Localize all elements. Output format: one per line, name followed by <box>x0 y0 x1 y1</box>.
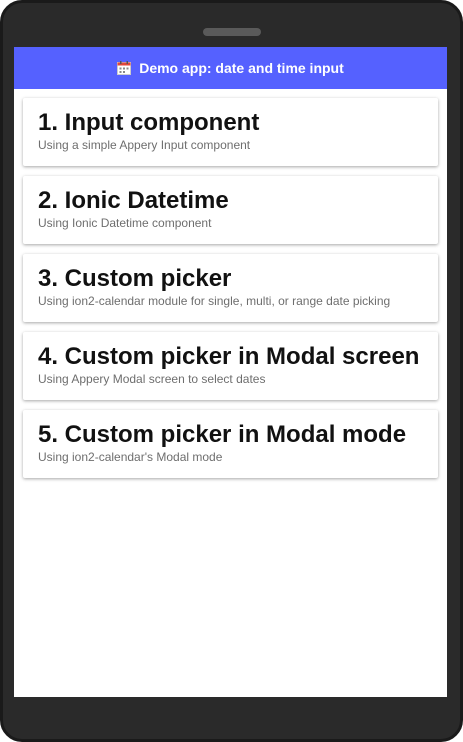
calendar-icon <box>117 61 132 75</box>
list-item-input-component[interactable]: 1. Input component Using a simple Appery… <box>23 98 438 166</box>
item-title: 5. Custom picker in Modal mode <box>38 421 407 448</box>
list-item-custom-picker-modal-mode[interactable]: 5. Custom picker in Modal mode Using ion… <box>23 410 438 478</box>
app-title: Demo app: date and time input <box>139 60 344 76</box>
item-subtitle: Using ion2-calendar's Modal mode <box>38 450 223 464</box>
list-item-ionic-datetime[interactable]: 2. Ionic Datetime Using Ionic Datetime c… <box>23 176 438 244</box>
list-item-custom-picker[interactable]: 3. Custom picker Using ion2-calendar mod… <box>23 254 438 322</box>
device-frame: Demo app: date and time input 1. Input c… <box>0 0 463 742</box>
item-title: 2. Ionic Datetime <box>38 187 229 214</box>
list-item-custom-picker-modal-screen[interactable]: 4. Custom picker in Modal screen Using A… <box>23 332 438 400</box>
app-header: Demo app: date and time input <box>14 47 447 89</box>
item-title: 1. Input component <box>38 109 260 136</box>
item-subtitle: Using a simple Appery Input component <box>38 138 251 152</box>
item-subtitle: Using Ionic Datetime component <box>38 216 212 230</box>
item-subtitle: Using ion2-calendar module for single, m… <box>38 294 391 308</box>
item-subtitle: Using Appery Modal screen to select date… <box>38 372 266 386</box>
item-title: 3. Custom picker <box>38 265 232 292</box>
demo-list: 1. Input component Using a simple Appery… <box>14 89 447 478</box>
item-title: 4. Custom picker in Modal screen <box>38 343 420 370</box>
speaker-grille <box>203 28 261 36</box>
app-screen: Demo app: date and time input 1. Input c… <box>14 47 447 697</box>
